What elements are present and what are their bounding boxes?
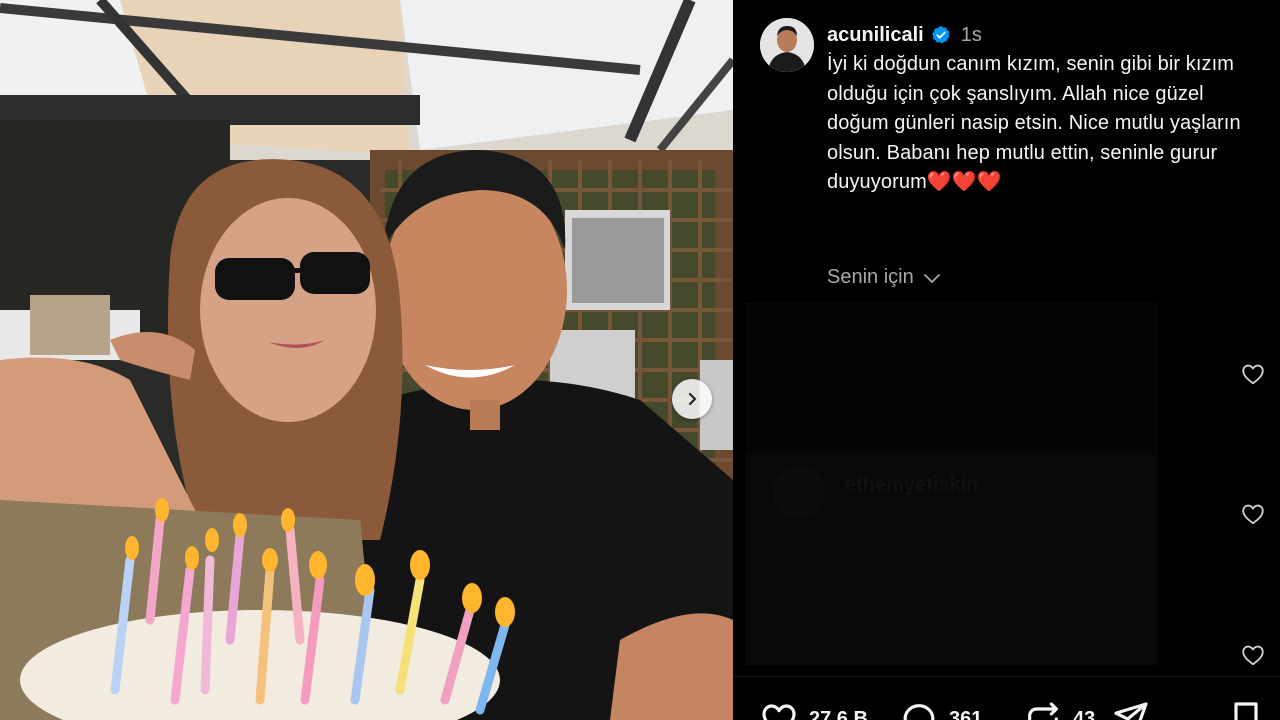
post-header (760, 18, 814, 72)
caption-text: İyi ki doğdun canım kızım, senin gibi bi… (827, 53, 1241, 193)
comments-area: ethemyetiskin_ (745, 302, 1158, 665)
repost-count: 43 (1073, 707, 1096, 720)
comment-like-button[interactable] (1238, 640, 1268, 670)
username-link[interactable]: acunilicali (827, 24, 924, 47)
repost-button[interactable]: 43 (1023, 699, 1095, 720)
post-action-bar: 27,6 B 361 43 (733, 676, 1280, 720)
chevron-down-icon (923, 273, 940, 283)
caption-hearts-emoji: ❤️❤️❤️ (926, 171, 1002, 193)
heart-icon (1242, 645, 1264, 666)
birthday-photo-image (0, 0, 733, 720)
comment-bubble-icon (903, 704, 935, 720)
repost-icon (1028, 702, 1058, 720)
post-caption: İyi ki doğdun canım kızım, senin gibi bi… (827, 50, 1247, 198)
user-row: acunilicali 1s (827, 20, 1247, 50)
comment-count: 361 (949, 707, 983, 720)
comment-button[interactable]: 361 (899, 699, 982, 720)
post-photo[interactable] (0, 0, 733, 720)
heart-icon (1242, 364, 1264, 385)
post-side-panel: acunilicali 1s İyi ki doğdun canım kızım… (733, 0, 1280, 720)
bookmark-icon (1234, 702, 1258, 720)
verified-badge-icon (931, 25, 951, 45)
comment-like-button[interactable] (1238, 499, 1268, 529)
for-you-dropdown[interactable]: Senin için (827, 266, 942, 289)
comment-like-button[interactable] (1238, 359, 1268, 389)
profile-picture-image (760, 18, 814, 72)
share-button[interactable] (1111, 699, 1151, 720)
caption-block: acunilicali 1s İyi ki doğdun canım kızım… (827, 20, 1247, 198)
heart-icon (1242, 504, 1264, 525)
avatar[interactable] (760, 18, 814, 72)
carousel-next-button[interactable] (672, 379, 712, 419)
save-button[interactable] (1226, 699, 1266, 720)
commenter-username: ethemyetiskin_ (845, 474, 990, 496)
post-timestamp: 1s (960, 23, 982, 46)
for-you-label: Senin için (827, 266, 914, 288)
heart-icon (762, 704, 796, 720)
commenter-avatar (773, 467, 825, 519)
chevron-right-icon (688, 392, 697, 406)
like-button[interactable]: 27,6 B (759, 699, 868, 720)
like-count: 27,6 B (809, 707, 868, 720)
share-icon (1114, 702, 1148, 720)
